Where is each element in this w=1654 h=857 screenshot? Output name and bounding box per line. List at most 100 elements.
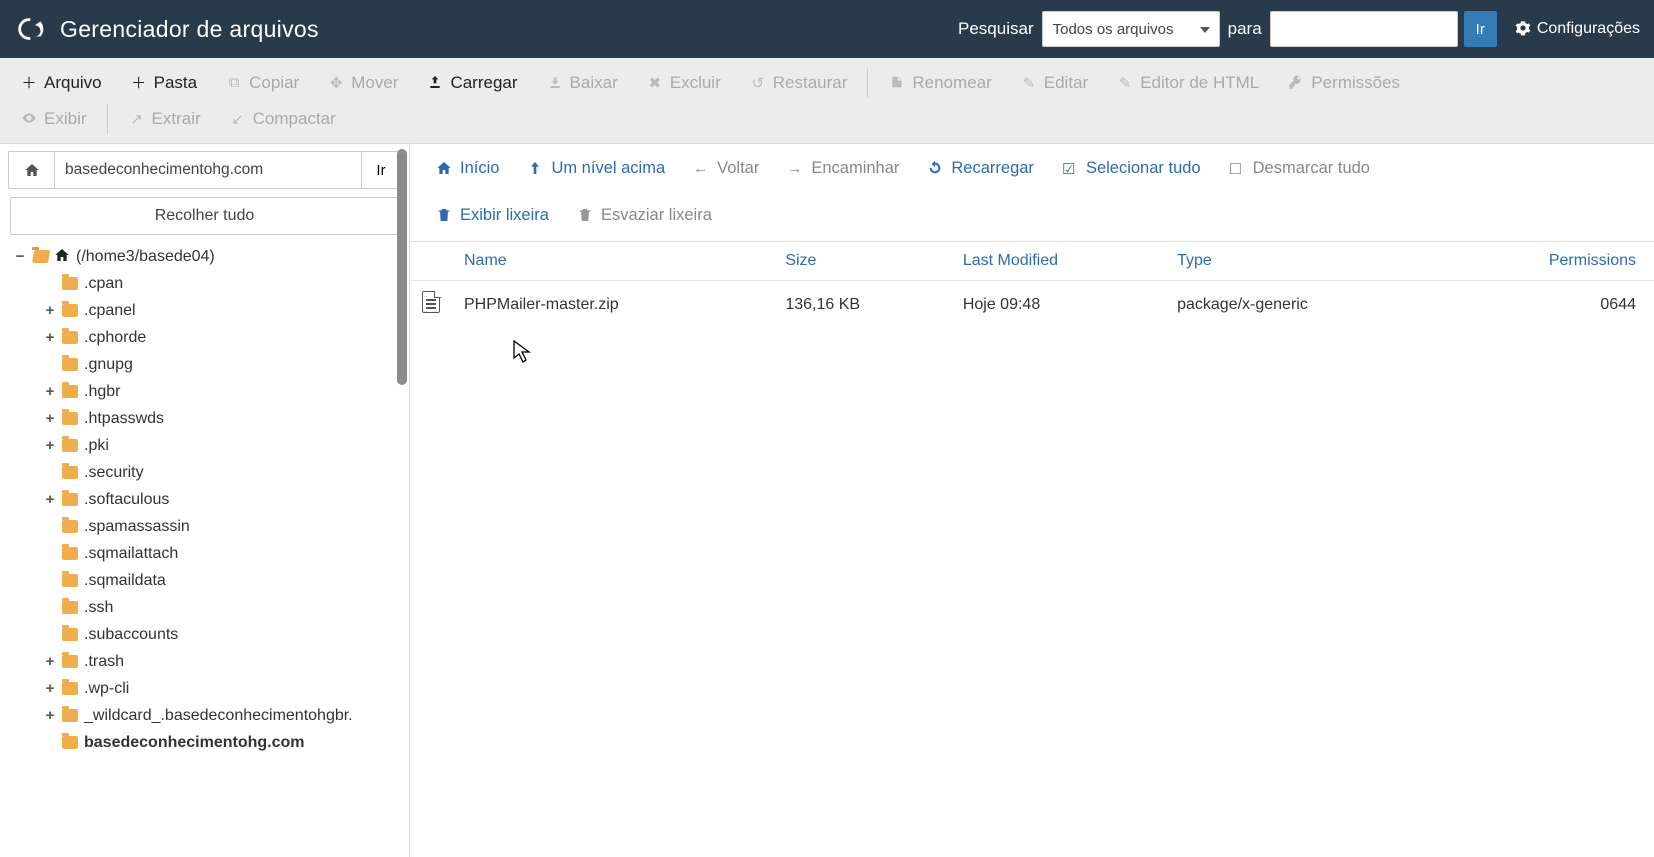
home-icon <box>436 160 454 178</box>
expand-toggle-icon[interactable]: + <box>44 297 56 324</box>
checkbox-empty-icon: ☐ <box>1229 160 1247 178</box>
upload-button[interactable]: Carregar <box>412 65 531 101</box>
col-perms[interactable]: Permissions <box>1443 242 1654 281</box>
tree-item[interactable]: .sqmailattach <box>14 540 409 567</box>
tree-item-label: .softaculous <box>84 486 169 513</box>
tree-item-label: .subaccounts <box>84 621 178 648</box>
folder-icon <box>62 628 78 641</box>
delete-icon: ✖ <box>646 74 664 92</box>
new-folder-button[interactable]: ＋Pasta <box>116 64 211 101</box>
tree-item[interactable]: .ssh <box>14 594 409 621</box>
tree-item-label: .ssh <box>84 594 113 621</box>
up-one-level-button[interactable]: Um nível acima <box>513 153 679 184</box>
sidebar-scrollbar[interactable] <box>395 143 409 857</box>
expand-toggle-icon[interactable]: + <box>44 432 56 459</box>
tree-item[interactable]: .gnupg <box>14 351 409 378</box>
expand-toggle-icon[interactable]: + <box>44 648 56 675</box>
path-input[interactable] <box>54 151 361 189</box>
select-all-button[interactable]: ☑Selecionar tudo <box>1048 153 1215 184</box>
tree-item-label: .htpasswds <box>84 405 164 432</box>
upload-icon <box>426 74 444 92</box>
main-panel: Início Um nível acima ←Voltar →Encaminha… <box>410 143 1654 857</box>
compress-icon: ↙ <box>229 110 247 128</box>
tree-item[interactable]: +.wp-cli <box>14 675 409 702</box>
tree-item-label: .cphorde <box>84 324 146 351</box>
col-size[interactable]: Size <box>773 242 951 281</box>
cell-modified: Hoje 09:48 <box>951 281 1165 329</box>
gear-icon <box>1515 20 1531 39</box>
show-trash-button[interactable]: Exibir lixeira <box>422 200 563 231</box>
search-for-label: para <box>1228 19 1262 39</box>
cell-perms: 0644 <box>1443 281 1654 329</box>
tree-item[interactable]: + .cpanel <box>14 297 409 324</box>
folder-icon <box>62 277 78 290</box>
tree-item[interactable]: +_wildcard_.basedeconhecimentohgbr. <box>14 702 409 729</box>
home-icon <box>24 162 40 178</box>
folder-icon <box>62 601 78 614</box>
tree-item[interactable]: +.pki <box>14 432 409 459</box>
sidebar: Ir Recolher tudo − (/home3/basede04) .cp… <box>0 143 410 857</box>
action-bar: Início Um nível acima ←Voltar →Encaminha… <box>410 143 1654 242</box>
tree-item[interactable]: + .cphorde <box>14 324 409 351</box>
settings-button[interactable]: Configurações <box>1515 20 1640 39</box>
folder-open-icon <box>32 250 48 263</box>
trash-icon <box>436 207 454 225</box>
folder-icon <box>62 574 78 587</box>
tree-item[interactable]: .sqmaildata <box>14 567 409 594</box>
tree-item-label: .cpanel <box>84 297 136 324</box>
path-home-button[interactable] <box>8 151 54 189</box>
tree-item[interactable]: .cpan <box>14 270 409 297</box>
search-label: Pesquisar <box>958 19 1034 39</box>
collapse-all-button[interactable]: Recolher tudo <box>10 197 399 235</box>
tree-root[interactable]: − (/home3/basede04) <box>14 243 409 270</box>
expand-toggle-icon[interactable]: + <box>44 378 56 405</box>
folder-icon <box>62 304 78 317</box>
checkbox-checked-icon: ☑ <box>1062 160 1080 178</box>
tree-item[interactable]: + .htpasswds <box>14 405 409 432</box>
forward-arrow-icon: → <box>787 160 805 177</box>
tree-item[interactable]: .subaccounts <box>14 621 409 648</box>
delete-button: ✖Excluir <box>632 65 735 101</box>
tree-item[interactable]: +.trash <box>14 648 409 675</box>
tree-item[interactable]: .security <box>14 459 409 486</box>
plus-icon: ＋ <box>130 72 148 93</box>
view-button: Exibir <box>6 101 101 137</box>
tree-root-label: (/home3/basede04) <box>76 243 215 270</box>
tree-item[interactable]: basedeconhecimentohg.com <box>14 729 409 756</box>
pencil-icon: ✎ <box>1020 74 1038 92</box>
move-icon: ✥ <box>327 74 345 92</box>
new-file-button[interactable]: ＋Arquivo <box>6 64 116 101</box>
cpanel-logo-icon <box>14 12 48 46</box>
table-row[interactable]: PHPMailer-master.zip136,16 KBHoje 09:48p… <box>410 281 1654 329</box>
search-go-button[interactable]: Ir <box>1464 11 1497 47</box>
col-name[interactable]: Name <box>452 242 773 281</box>
expand-toggle-icon[interactable]: + <box>44 675 56 702</box>
tree-item[interactable]: +.hgbr <box>14 378 409 405</box>
reload-button[interactable]: Recarregar <box>913 153 1048 184</box>
search-scope-select[interactable]: Todos os arquivos <box>1042 11 1220 47</box>
expand-toggle-icon[interactable]: + <box>44 324 56 351</box>
forward-button: →Encaminhar <box>773 153 913 184</box>
search-input[interactable] <box>1270 11 1458 47</box>
tree-item[interactable]: .spamassassin <box>14 513 409 540</box>
col-type[interactable]: Type <box>1165 242 1443 281</box>
expand-toggle-icon[interactable]: + <box>44 702 56 729</box>
cell-size: 136,16 KB <box>773 281 951 329</box>
folder-icon <box>62 493 78 506</box>
home-icon <box>54 243 70 270</box>
folder-icon <box>62 331 78 344</box>
tree-item[interactable]: + .softaculous <box>14 486 409 513</box>
tree-item-label: .sqmailattach <box>84 540 178 567</box>
tree-item-label: .security <box>84 459 144 486</box>
extract-button: ↗Extrair <box>114 101 215 137</box>
folder-icon <box>62 655 78 668</box>
tree-item-label: basedeconhecimentohg.com <box>84 729 305 756</box>
collapse-toggle-icon[interactable]: − <box>14 243 26 270</box>
expand-toggle-icon[interactable]: + <box>44 486 56 513</box>
top-bar: Gerenciador de arquivos Pesquisar Todos … <box>0 0 1654 58</box>
html-editor-button: ✎Editor de HTML <box>1102 65 1273 101</box>
col-modified[interactable]: Last Modified <box>951 242 1165 281</box>
compress-button: ↙Compactar <box>215 101 350 137</box>
home-button[interactable]: Início <box>422 153 513 184</box>
expand-toggle-icon[interactable]: + <box>44 405 56 432</box>
